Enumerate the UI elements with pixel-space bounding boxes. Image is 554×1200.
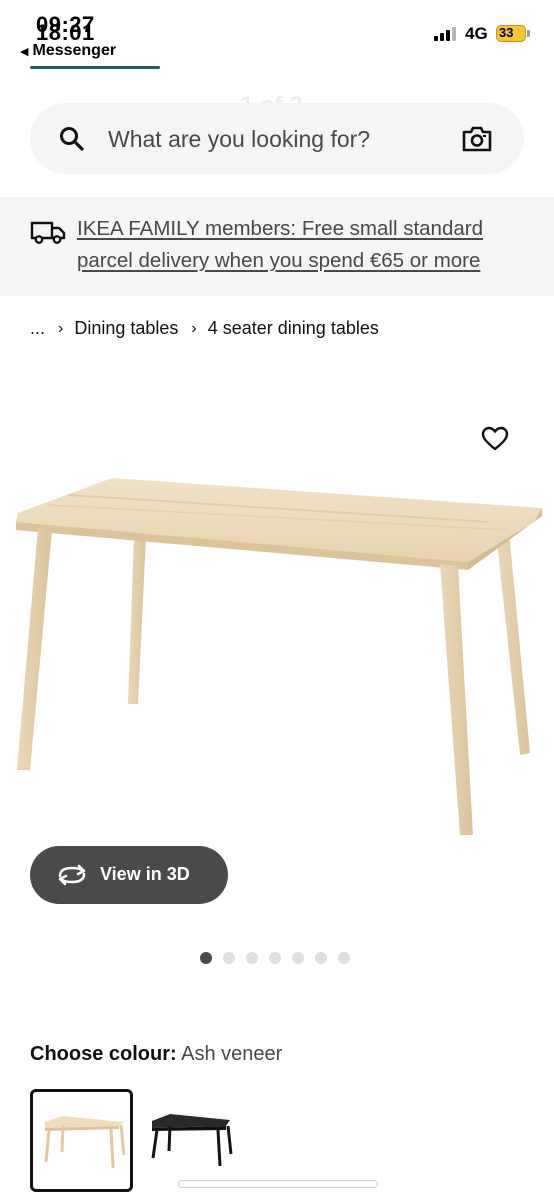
colour-chooser-heading: Choose colour: Ash veneer <box>30 1043 282 1066</box>
breadcrumb: ... › Dining tables › 4 seater dining ta… <box>30 318 379 339</box>
ash-table-thumbnail <box>44 1116 126 1169</box>
search-bar[interactable] <box>30 103 524 174</box>
battery-tip <box>527 30 530 37</box>
breadcrumb-ellipsis[interactable]: ... <box>30 318 45 339</box>
rotate-3d-icon <box>58 864 86 886</box>
breadcrumb-item-dining-tables[interactable]: Dining tables <box>74 318 178 339</box>
colour-swatch-ash-veneer[interactable] <box>30 1089 133 1192</box>
carousel-dot[interactable] <box>223 952 235 964</box>
promo-banner: IKEA FAMILY members: Free small standard… <box>0 197 554 296</box>
breadcrumb-item-4-seater[interactable]: 4 seater dining tables <box>208 318 379 339</box>
carousel-dot[interactable] <box>200 952 212 964</box>
home-indicator <box>178 1180 378 1188</box>
carousel-dot[interactable] <box>269 952 281 964</box>
view-in-3d-button[interactable]: View in 3D <box>30 846 228 904</box>
back-to-app-link[interactable]: ◀ Messenger <box>20 42 116 60</box>
back-triangle-icon: ◀ <box>20 45 29 58</box>
carousel-pagination <box>200 952 350 964</box>
colour-swatch-black[interactable] <box>142 1096 238 1186</box>
carousel-dot[interactable] <box>338 952 350 964</box>
status-time: 09:27 18:01 <box>36 12 116 46</box>
search-input[interactable] <box>108 121 428 157</box>
status-bar: 09:27 18:01 ◀ Messenger 4G 33 <box>0 0 554 70</box>
chevron-right-icon: › <box>191 319 197 337</box>
signal-icon <box>434 27 456 41</box>
family-delivery-link[interactable]: IKEA FAMILY members: Free small standard… <box>77 213 527 277</box>
view-in-3d-label: View in 3D <box>100 864 190 884</box>
carousel-dot[interactable] <box>292 952 304 964</box>
carousel-dot[interactable] <box>315 952 327 964</box>
search-icon <box>60 127 84 151</box>
carousel-dot[interactable] <box>246 952 258 964</box>
chevron-right-icon: › <box>58 319 64 337</box>
back-app-label: Messenger <box>32 42 117 59</box>
colour-value: Ash veneer <box>181 1043 283 1065</box>
loading-progress-bar <box>30 66 160 69</box>
delivery-truck-icon <box>30 221 66 244</box>
product-image-table[interactable] <box>8 470 548 845</box>
battery-level: 33 <box>499 25 514 40</box>
camera-icon[interactable] <box>461 125 493 153</box>
network-type: 4G <box>465 24 488 43</box>
colour-label: Choose colour: <box>30 1043 177 1065</box>
favourite-heart-icon[interactable] <box>481 426 509 452</box>
